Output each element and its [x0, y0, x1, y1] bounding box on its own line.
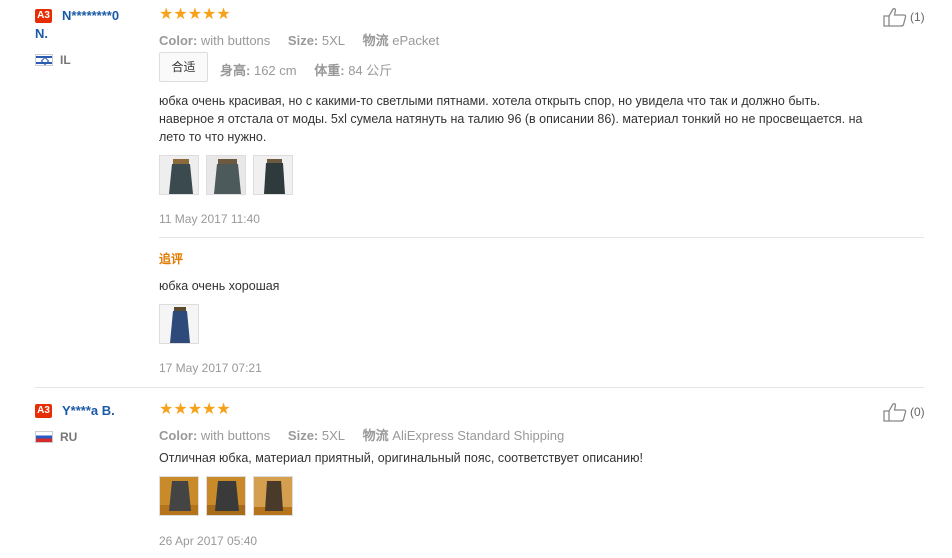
review-text-line: лето то что нужно.	[159, 130, 267, 144]
height-value: 162 cm	[253, 63, 297, 78]
followup-text: юбка очень хорошая	[159, 279, 280, 293]
color-value: with buttons	[200, 428, 271, 443]
rating-stars: ★★★★★	[159, 6, 231, 23]
review-date: 26 Apr 2017 05:40	[159, 534, 258, 548]
review-divider	[35, 387, 924, 388]
size-value: 5XL	[321, 428, 346, 443]
shipping-label: 物流	[362, 33, 389, 48]
followup-date: 17 May 2017 07:21	[159, 361, 262, 375]
helpful-count: (0)	[910, 405, 925, 419]
review-photo-thumbnail[interactable]	[159, 155, 199, 195]
weight-label: 体重:	[314, 63, 345, 78]
thumbs-up-icon	[883, 403, 907, 422]
order-attributes: Color: with buttons Size: 5XL 物流 ePacket	[159, 30, 439, 49]
color-label: Color:	[159, 33, 198, 48]
color-value: with buttons	[200, 33, 271, 48]
israel-flag-icon	[35, 54, 53, 66]
review-date: 11 May 2017 11:40	[159, 212, 260, 226]
body-measurements: 身高: 162 cm 体重: 84 公斤	[220, 60, 392, 79]
review-photo-thumbnail[interactable]	[159, 476, 199, 516]
size-value: 5XL	[321, 33, 346, 48]
rating-stars: ★★★★★	[159, 401, 231, 418]
shipping-label: 物流	[362, 428, 389, 443]
thumbs-up-icon	[883, 8, 907, 27]
review-text-line: юбка очень красивая, но с какими-то свет…	[159, 94, 821, 108]
buyer-level-badge: A3	[35, 404, 52, 418]
russia-flag-icon	[35, 431, 53, 443]
review-text: Отличная юбка, материал приятный, оригин…	[159, 451, 644, 465]
weight-value: 84 公斤	[348, 63, 393, 78]
reviewer-country: IL	[60, 53, 71, 67]
review-text: юбка очень красивая, но с какими-то свет…	[159, 92, 919, 146]
followup-photo-thumbnail[interactable]	[159, 304, 199, 344]
reviewer-name[interactable]: N********0	[62, 8, 119, 24]
review-photo-thumbnail[interactable]	[253, 476, 293, 516]
review-photo-thumbnail[interactable]	[206, 155, 246, 195]
color-label: Color:	[159, 428, 198, 443]
order-attributes: Color: with buttons Size: 5XL 物流 AliExpr…	[159, 425, 564, 444]
buyer-level-badge: A3	[35, 9, 52, 23]
size-label: Size:	[287, 428, 319, 443]
shipping-value: AliExpress Standard Shipping	[392, 428, 565, 443]
helpful-count: (1)	[910, 10, 925, 24]
shipping-value: ePacket	[392, 33, 440, 48]
helpful-button[interactable]: (1)	[883, 7, 925, 27]
review-photo-thumbnail[interactable]	[206, 476, 246, 516]
fit-tag: 合适	[159, 52, 208, 82]
followup-title: 追评	[159, 252, 184, 266]
reviewer-name-line2[interactable]: N.	[35, 26, 48, 42]
review-photo-thumbnail[interactable]	[253, 155, 293, 195]
followup-divider	[159, 237, 924, 238]
review-text-line: наверное я отстала от моды. 5xl сумела н…	[159, 112, 863, 126]
reviewer-name[interactable]: Y****a B.	[62, 403, 115, 419]
size-label: Size:	[287, 33, 319, 48]
helpful-button[interactable]: (0)	[883, 402, 925, 422]
height-label: 身高:	[220, 63, 251, 78]
reviewer-country: RU	[60, 430, 78, 444]
